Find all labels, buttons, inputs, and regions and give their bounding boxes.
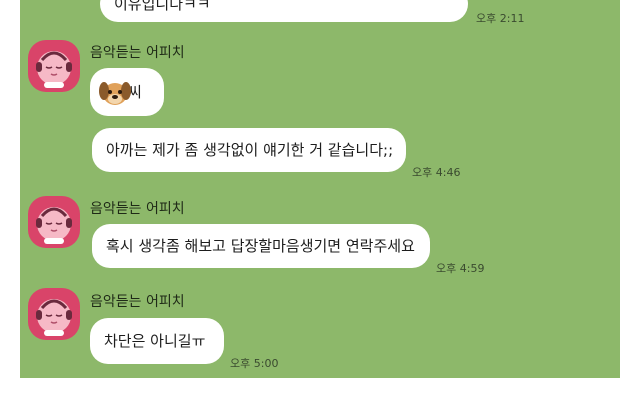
dog-face-emoji [98, 75, 132, 109]
apeach-headphones-icon [36, 207, 72, 244]
message-time-4: 오후 4:59 [436, 262, 485, 275]
apeach-headphones-icon [36, 299, 72, 336]
apeach-headphones-icon [36, 51, 72, 88]
message-text-3: 아까는 제가 좀 생각없이 얘기한 거 같습니다;; [106, 141, 394, 159]
message-bubble-3[interactable]: 아까는 제가 좀 생각없이 얘기한 거 같습니다;; [92, 128, 406, 172]
message-time-5: 오후 5:00 [230, 357, 279, 370]
message-text-1: 이유입니다ㅋㅋ [114, 0, 211, 13]
sender-name-2: 음악듣는 어피치 [90, 201, 185, 217]
chat-area[interactable]: 이유입니다ㅋㅋ 오후 2:11 음악듣는 어피치 씨 아까는 제가 좀 생각없이… [20, 0, 620, 378]
message-bubble-1[interactable]: 이유입니다ㅋㅋ [100, 0, 468, 22]
message-text-4: 혹시 생각좀 해보고 답장할마음생기면 연락주세요 [106, 237, 415, 255]
message-bubble-2[interactable]: 씨 [90, 68, 164, 116]
message-time-3: 오후 4:46 [412, 166, 461, 179]
message-text-5: 차단은 아니길ㅠ [104, 332, 206, 350]
bottom-margin [0, 378, 640, 406]
message-bubble-4[interactable]: 혹시 생각좀 해보고 답장할마음생기면 연락주세요 [92, 224, 430, 268]
message-time-1: 오후 2:11 [476, 12, 525, 25]
sender-name-1: 음악듣는 어피치 [90, 45, 185, 61]
avatar-3[interactable] [28, 288, 80, 340]
sender-name-3: 음악듣는 어피치 [90, 294, 185, 310]
avatar-2[interactable] [28, 196, 80, 248]
avatar-1[interactable] [28, 40, 80, 92]
message-bubble-5[interactable]: 차단은 아니길ㅠ [90, 318, 224, 364]
